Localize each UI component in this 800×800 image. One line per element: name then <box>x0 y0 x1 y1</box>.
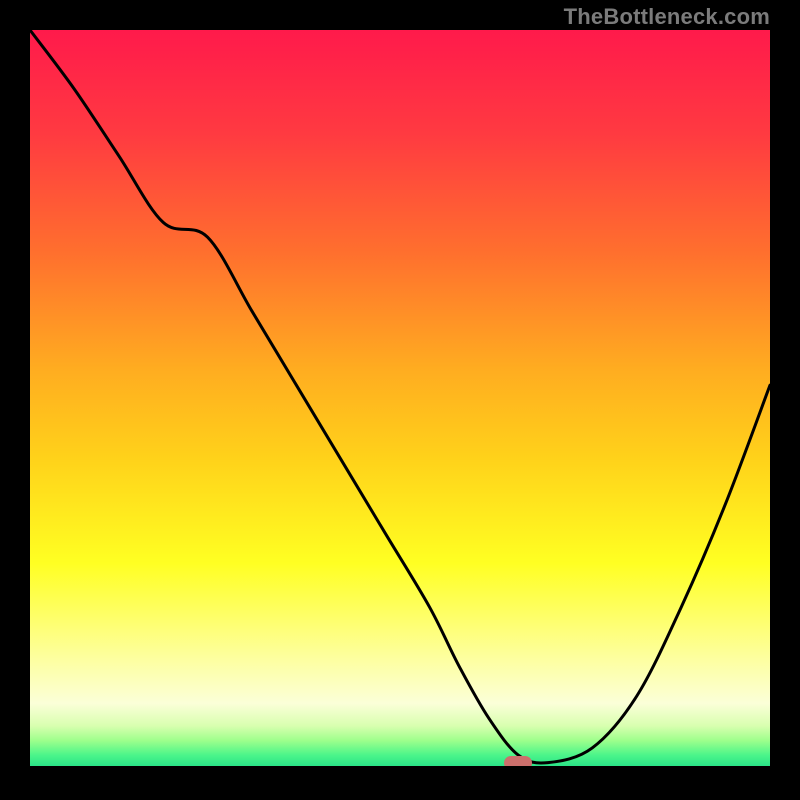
x-axis-line <box>30 766 770 770</box>
plot-area <box>30 30 770 770</box>
chart-stage: TheBottleneck.com <box>0 0 800 800</box>
curve-layer <box>30 30 770 770</box>
bottleneck-curve <box>30 30 770 763</box>
watermark-text: TheBottleneck.com <box>564 6 770 28</box>
